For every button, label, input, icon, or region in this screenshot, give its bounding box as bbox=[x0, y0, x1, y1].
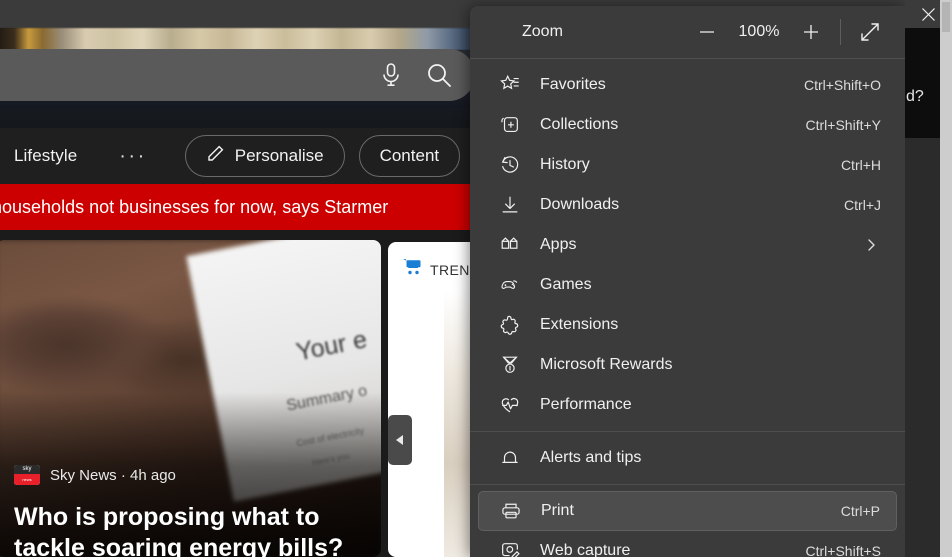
breaking-news-banner[interactable]: households not businesses for now, says … bbox=[0, 184, 475, 230]
zoom-level-value: 100% bbox=[738, 23, 780, 40]
zoom-separator bbox=[840, 19, 841, 45]
history-clock-icon bbox=[488, 154, 532, 176]
pencil-icon bbox=[206, 144, 225, 168]
menu-item-microsoft-rewards[interactable]: Microsoft Rewards bbox=[478, 345, 897, 385]
menu-item-games[interactable]: Games bbox=[478, 265, 897, 305]
chevron-right-icon bbox=[863, 237, 879, 253]
menu-item-label: Performance bbox=[540, 396, 632, 413]
personalise-button[interactable]: Personalise bbox=[184, 135, 345, 177]
menu-item-accel: Ctrl+Shift+O bbox=[803, 77, 881, 93]
trending-header: TREN bbox=[402, 258, 470, 281]
hero-image-bottom bbox=[0, 108, 475, 128]
menu-item-accel: Ctrl+H bbox=[840, 157, 881, 173]
page-scrollbar[interactable] bbox=[940, 0, 952, 557]
nav-more-icon[interactable]: ··· bbox=[119, 146, 146, 166]
page-right-fill bbox=[905, 138, 940, 557]
menu-group-print: Print Ctrl+P Web capture Ctrl+Shift+S bbox=[470, 485, 905, 557]
menu-item-collections[interactable]: Collections Ctrl+Shift+Y bbox=[478, 105, 897, 145]
sky-logo-top: sky bbox=[14, 465, 40, 474]
content-nav-bar: Lifestyle ··· Personalise Content bbox=[0, 128, 475, 184]
games-controller-icon bbox=[488, 274, 532, 296]
menu-item-accel: Ctrl+P bbox=[840, 503, 880, 519]
microphone-icon[interactable] bbox=[379, 62, 403, 88]
shopping-cart-icon bbox=[402, 258, 422, 281]
zoom-row: Zoom 100% bbox=[470, 6, 905, 58]
banner-text: households not businesses for now, says … bbox=[0, 196, 389, 217]
menu-item-print[interactable]: Print Ctrl+P bbox=[478, 491, 897, 531]
news-card[interactable]: Your e Summary o Cost of electricity Her… bbox=[0, 240, 381, 557]
menu-item-label: Web capture bbox=[540, 542, 631, 557]
zoom-label: Zoom bbox=[522, 23, 563, 40]
bell-alert-icon bbox=[488, 447, 532, 469]
rewards-medal-icon bbox=[488, 354, 532, 376]
downloads-icon bbox=[488, 194, 532, 216]
menu-item-label: Print bbox=[541, 502, 574, 519]
content-button[interactable]: Content bbox=[358, 135, 461, 177]
scrollbar-thumb[interactable] bbox=[942, 2, 950, 32]
chevron-left-icon bbox=[396, 435, 403, 445]
zoom-out-button[interactable] bbox=[686, 13, 728, 51]
menu-item-label: Games bbox=[540, 276, 592, 293]
menu-item-apps[interactable]: Apps bbox=[478, 225, 897, 265]
nav-category-lifestyle[interactable]: Lifestyle bbox=[14, 146, 77, 166]
apps-grid-icon bbox=[488, 234, 532, 256]
menu-item-label: Apps bbox=[540, 236, 577, 253]
close-icon bbox=[922, 7, 935, 21]
menu-item-web-capture[interactable]: Web capture Ctrl+Shift+S bbox=[478, 531, 897, 557]
menu-group-primary: Favorites Ctrl+Shift+O Collections Ctrl+… bbox=[470, 59, 905, 431]
menu-item-label: Downloads bbox=[540, 196, 620, 213]
menu-item-accel: Ctrl+J bbox=[844, 197, 881, 213]
sky-logo-bottom: news bbox=[14, 474, 40, 485]
menu-item-favorites[interactable]: Favorites Ctrl+Shift+O bbox=[478, 65, 897, 105]
personalise-label: Personalise bbox=[234, 146, 324, 165]
menu-item-label: Alerts and tips bbox=[540, 449, 642, 466]
menu-item-label: Microsoft Rewards bbox=[540, 356, 673, 373]
news-headline: Who is proposing what to tackle soaring … bbox=[14, 503, 344, 557]
printer-icon bbox=[489, 500, 533, 522]
news-source-text: Sky News · 4h ago bbox=[50, 466, 176, 484]
hero-image-strip bbox=[0, 28, 475, 50]
menu-group-alerts: Alerts and tips bbox=[470, 432, 905, 484]
zoom-in-button[interactable] bbox=[790, 13, 832, 51]
performance-pulse-icon bbox=[488, 394, 532, 416]
carousel-prev-button[interactable] bbox=[388, 415, 412, 465]
fullscreen-button[interactable] bbox=[849, 13, 891, 51]
web-capture-icon bbox=[488, 540, 532, 557]
page-right-dark-fill bbox=[905, 28, 940, 138]
settings-and-more-menu: Zoom 100% Favorites Ctrl+Shift+O Collect… bbox=[470, 6, 905, 557]
trending-card[interactable]: TREN bbox=[388, 242, 476, 557]
menu-item-history[interactable]: History Ctrl+H bbox=[478, 145, 897, 185]
menu-item-label: Favorites bbox=[540, 76, 606, 93]
menu-item-performance[interactable]: Performance bbox=[478, 385, 897, 425]
menu-item-alerts-and-tips[interactable]: Alerts and tips bbox=[478, 438, 897, 478]
extensions-puzzle-icon bbox=[488, 314, 532, 336]
menu-item-label: History bbox=[540, 156, 590, 173]
menu-item-label: Collections bbox=[540, 116, 619, 133]
news-source-row: sky news Sky News · 4h ago bbox=[14, 465, 176, 485]
menu-item-label: Extensions bbox=[540, 316, 619, 333]
trending-label: TREN bbox=[430, 261, 470, 278]
favorites-star-icon bbox=[488, 74, 532, 96]
menu-item-accel: Ctrl+Shift+S bbox=[805, 543, 881, 557]
menu-item-extensions[interactable]: Extensions bbox=[478, 305, 897, 345]
menu-item-accel: Ctrl+Shift+Y bbox=[805, 117, 881, 133]
content-label: Content bbox=[379, 146, 440, 165]
search-icon[interactable] bbox=[425, 61, 453, 89]
menu-item-downloads[interactable]: Downloads Ctrl+J bbox=[478, 185, 897, 225]
search-input[interactable] bbox=[0, 49, 475, 101]
clipped-headline-fragment: d? bbox=[906, 88, 924, 105]
sky-news-logo-icon: sky news bbox=[14, 465, 40, 485]
collections-icon bbox=[488, 114, 532, 136]
